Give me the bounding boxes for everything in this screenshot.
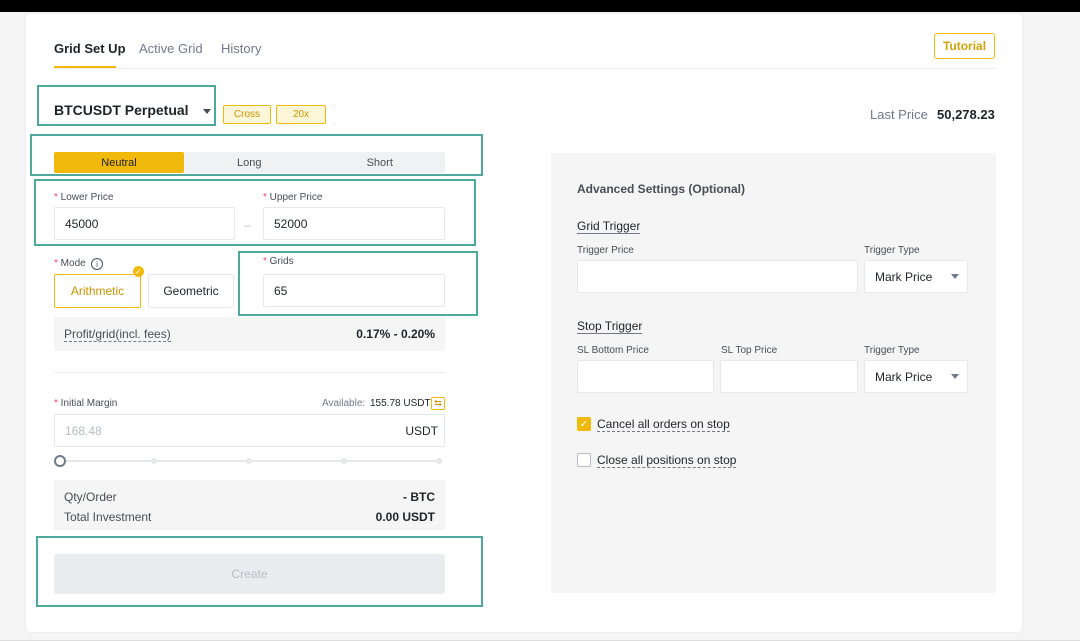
stop-trigger-type-select[interactable]: Mark Price [864, 360, 968, 393]
direction-long[interactable]: Long [184, 152, 315, 173]
sl-bottom-price-label: SL Bottom Price [577, 345, 649, 356]
chevron-down-icon [951, 374, 959, 379]
total-investment-label: Total Investment [64, 510, 152, 524]
transfer-icon[interactable]: ⇆ [431, 397, 445, 410]
summary-box: Qty/Order - BTC Total Investment 0.00 US… [54, 480, 445, 530]
tab-grid-set-up[interactable]: Grid Set Up [54, 41, 126, 56]
available-value: 155.78 USDT [370, 398, 431, 409]
slider-step-100[interactable] [436, 458, 442, 464]
grid-trigger-type-select[interactable]: Mark Price [864, 260, 968, 293]
sl-top-price-input[interactable] [720, 360, 858, 393]
tab-active-grid[interactable]: Active Grid [139, 41, 203, 56]
qty-order-label: Qty/Order [64, 490, 117, 504]
lower-price-label: * Lower Price [54, 192, 114, 203]
initial-margin-placeholder: 168.48 [65, 423, 102, 438]
last-price-value: 50,278.23 [937, 107, 995, 122]
header-divider [54, 68, 996, 69]
mode-label: * Mode [54, 258, 86, 269]
chevron-down-icon [951, 274, 959, 279]
trigger-price-input[interactable] [577, 260, 858, 293]
close-positions-checkbox[interactable] [577, 453, 591, 467]
initial-margin-unit: USDT [405, 424, 438, 438]
stop-trigger-type-value: Mark Price [875, 369, 933, 384]
total-investment-value: 0.00 USDT [375, 510, 435, 524]
initial-margin-input[interactable]: 168.48 USDT [54, 414, 445, 447]
direction-selector: Neutral Long Short [54, 152, 445, 173]
initial-margin-label: * Initial Margin [54, 398, 118, 409]
chevron-down-icon[interactable] [203, 109, 211, 114]
section-divider [54, 372, 445, 373]
info-icon[interactable]: i [91, 258, 103, 270]
create-button[interactable]: Create [54, 554, 445, 594]
grids-input[interactable]: 65 [263, 274, 445, 307]
profit-label: Profit/grid(incl. fees) [64, 327, 171, 342]
slider-step-75[interactable] [341, 458, 347, 464]
symbol-selector[interactable]: BTCUSDT Perpetual [54, 102, 189, 118]
last-price-label: Last Price [870, 107, 928, 122]
grids-label: * Grids [263, 256, 294, 267]
upper-price-label: * Upper Price [263, 192, 323, 203]
direction-neutral[interactable]: Neutral [54, 152, 184, 173]
upper-price-input[interactable]: 52000 [263, 207, 445, 240]
price-range-separator: – [244, 218, 251, 232]
grid-trigger-type-label: Trigger Type [864, 245, 920, 256]
qty-order-value: - BTC [403, 490, 435, 504]
close-positions-label[interactable]: Close all positions on stop [597, 453, 737, 468]
mode-geometric-button[interactable]: Geometric [148, 274, 234, 308]
tutorial-button[interactable]: Tutorial [934, 33, 995, 59]
direction-short[interactable]: Short [315, 152, 446, 173]
slider-step-25[interactable] [151, 458, 157, 464]
leverage-badge[interactable]: 20x [276, 105, 326, 124]
profit-value: 0.17% - 0.20% [356, 327, 435, 341]
stop-trigger-type-label: Trigger Type [864, 345, 920, 356]
tab-history[interactable]: History [221, 41, 261, 56]
available-label: Available: [322, 398, 366, 409]
cancel-orders-checkbox[interactable]: ✓ [577, 417, 591, 431]
advanced-settings-panel: Advanced Settings (Optional) Grid Trigge… [551, 153, 996, 593]
margin-mode-badge[interactable]: Cross [223, 105, 271, 124]
lower-price-input[interactable]: 45000 [54, 207, 235, 240]
trigger-price-label: Trigger Price [577, 245, 634, 256]
sl-top-price-label: SL Top Price [721, 345, 778, 356]
sl-bottom-price-input[interactable] [577, 360, 714, 393]
check-icon: ✓ [133, 266, 144, 277]
cancel-orders-label[interactable]: Cancel all orders on stop [597, 417, 730, 432]
mode-arithmetic-button[interactable]: Arithmetic [54, 274, 141, 308]
grid-trigger-type-value: Mark Price [875, 269, 933, 284]
advanced-settings-title: Advanced Settings (Optional) [577, 182, 746, 196]
slider-step-50[interactable] [246, 458, 252, 464]
margin-slider-handle[interactable] [54, 455, 66, 467]
grid-trigger-title: Grid Trigger [577, 219, 641, 234]
profit-row: Profit/grid(incl. fees) 0.17% - 0.20% [54, 317, 445, 351]
stop-trigger-title: Stop Trigger [577, 319, 643, 334]
